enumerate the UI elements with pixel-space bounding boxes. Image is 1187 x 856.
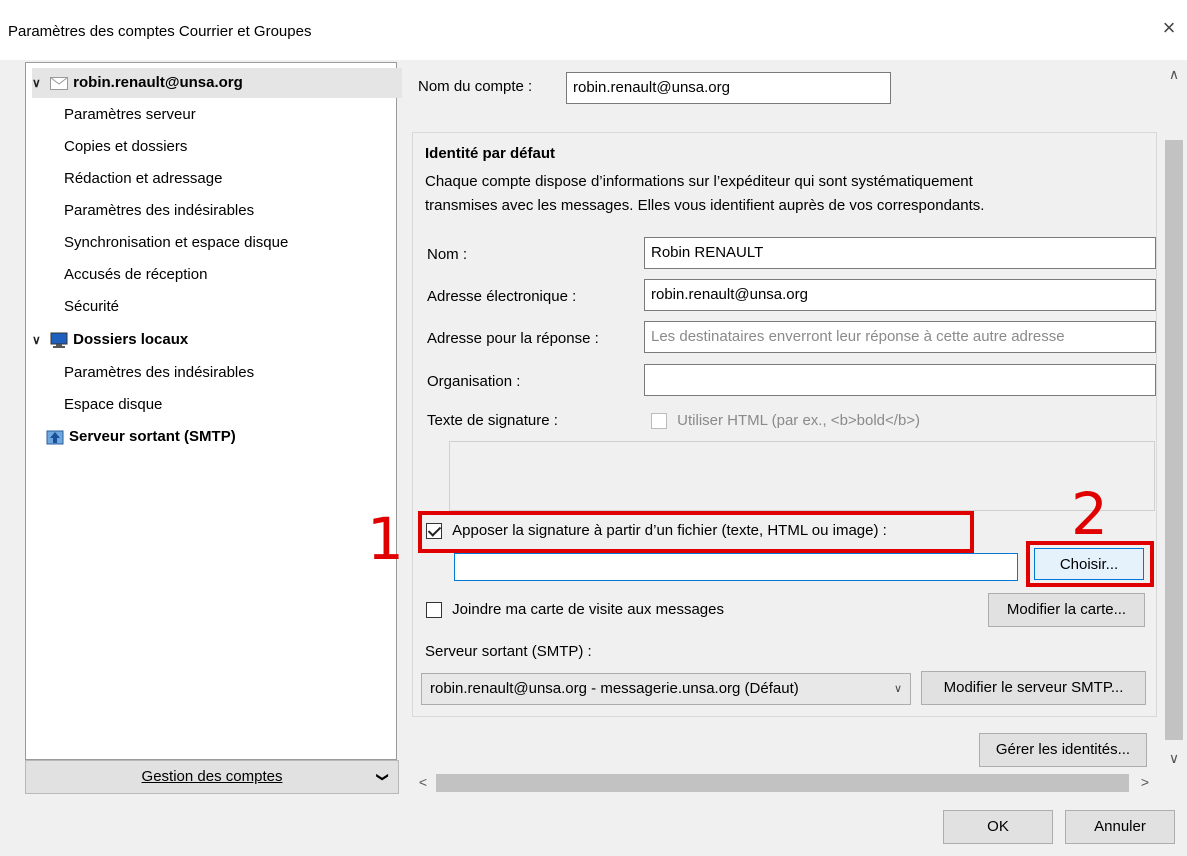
tree-item-local-junk[interactable]: Paramètres des indésirables (64, 358, 254, 388)
tree-item-account-label: robin.renault@unsa.org (73, 74, 243, 91)
tree-item-account[interactable]: ∨ robin.renault@unsa.org (32, 68, 402, 98)
smtp-select-value: robin.renault@unsa.org - messagerie.unsa… (430, 680, 799, 697)
organization-label: Organisation : (427, 373, 521, 390)
annotation-number-1: 1 (367, 505, 404, 573)
name-label: Nom : (427, 246, 468, 263)
email-label: Adresse électronique : (427, 288, 577, 305)
scroll-left-icon[interactable]: < (414, 774, 432, 790)
tree-item-local-folders[interactable]: ∨ Dossiers locaux (32, 325, 188, 355)
scroll-up-icon[interactable]: ∧ (1165, 66, 1183, 83)
name-input[interactable]: Robin RENAULT (644, 237, 1156, 269)
tree-item-smtp[interactable]: Serveur sortant (SMTP) (46, 422, 236, 452)
attach-vcard-label: Joindre ma carte de visite aux messages (452, 601, 724, 618)
tree-item-smtp-label: Serveur sortant (SMTP) (69, 428, 236, 445)
email-input[interactable]: robin.renault@unsa.org (644, 279, 1156, 311)
tree-item-composition[interactable]: Rédaction et adressage (64, 164, 222, 194)
tree-item-junk-settings[interactable]: Paramètres des indésirables (64, 196, 254, 226)
smtp-label: Serveur sortant (SMTP) : (425, 643, 592, 660)
attach-signature-checkbox[interactable] (426, 523, 442, 540)
chevron-down-icon: ∨ (32, 333, 41, 347)
server-upload-icon (46, 430, 64, 445)
account-actions-label: Gestion des comptes (141, 768, 283, 785)
identity-heading: Identité par défaut (425, 145, 556, 162)
reply-to-input[interactable]: Les destinataires enverront leur réponse… (644, 321, 1156, 353)
tree-item-sync-disk[interactable]: Synchronisation et espace disque (64, 228, 288, 258)
account-name-input[interactable]: robin.renault@unsa.org (566, 72, 891, 104)
identity-description-line1: Chaque compte dispose d’informations sur… (425, 173, 973, 190)
tree-item-local-label: Dossiers locaux (73, 331, 189, 348)
attach-signature-option[interactable]: Apposer la signature à partir d’un fichi… (426, 522, 887, 540)
edit-card-button[interactable]: Modifier la carte... (988, 593, 1145, 627)
use-html-checkbox[interactable] (651, 413, 667, 430)
identity-description-line2: transmises avec les messages. Elles vous… (425, 197, 985, 214)
chevron-down-icon: ∨ (32, 76, 41, 90)
attach-signature-label: Apposer la signature à partir d’un fichi… (452, 522, 887, 539)
signature-file-input[interactable] (454, 553, 1018, 581)
account-tree: ∨ robin.renault@unsa.org Paramètres serv… (25, 62, 402, 760)
use-html-label: Utiliser HTML (par ex., <b>bold</b>) (677, 412, 921, 429)
attach-vcard-option[interactable]: Joindre ma carte de visite aux messages (426, 601, 724, 619)
tree-item-local-disk[interactable]: Espace disque (64, 390, 162, 420)
chevron-down-icon: ∨ (893, 683, 902, 695)
edit-smtp-button[interactable]: Modifier le serveur SMTP... (921, 671, 1146, 705)
horizontal-scrollbar-thumb[interactable] (436, 774, 1129, 792)
account-actions-button[interactable]: Gestion des comptes ❯ (25, 760, 399, 794)
mail-icon (50, 76, 69, 90)
close-icon[interactable]: × (1157, 16, 1181, 40)
attach-vcard-checkbox[interactable] (426, 602, 442, 619)
tree-item-server-settings[interactable]: Paramètres serveur (64, 100, 196, 130)
reply-to-label: Adresse pour la réponse : (427, 330, 599, 347)
computer-icon (50, 332, 68, 349)
account-name-label: Nom du compte : (418, 78, 533, 95)
annotation-number-2: 2 (1071, 480, 1108, 548)
chevron-down-icon: ❯ (375, 771, 390, 783)
ok-button[interactable]: OK (943, 810, 1053, 844)
manage-identities-button[interactable]: Gérer les identités... (979, 733, 1147, 767)
window-title: Paramètres des comptes Courrier et Group… (8, 23, 312, 40)
tree-item-security[interactable]: Sécurité (64, 292, 119, 322)
scroll-right-icon[interactable]: > (1136, 774, 1154, 790)
choose-file-button[interactable]: Choisir... (1034, 548, 1144, 580)
organization-input[interactable] (644, 364, 1156, 396)
signature-textarea[interactable] (449, 441, 1155, 511)
cancel-button[interactable]: Annuler (1065, 810, 1175, 844)
use-html-option[interactable]: Utiliser HTML (par ex., <b>bold</b>) (651, 412, 921, 430)
tree-item-copies-folders[interactable]: Copies et dossiers (64, 132, 187, 162)
vertical-scrollbar-thumb[interactable] (1165, 140, 1183, 740)
signature-text-label: Texte de signature : (427, 412, 558, 429)
scroll-down-icon[interactable]: ∨ (1165, 750, 1183, 767)
tree-item-receipts[interactable]: Accusés de réception (64, 260, 207, 290)
smtp-select[interactable]: robin.renault@unsa.org - messagerie.unsa… (421, 673, 911, 705)
